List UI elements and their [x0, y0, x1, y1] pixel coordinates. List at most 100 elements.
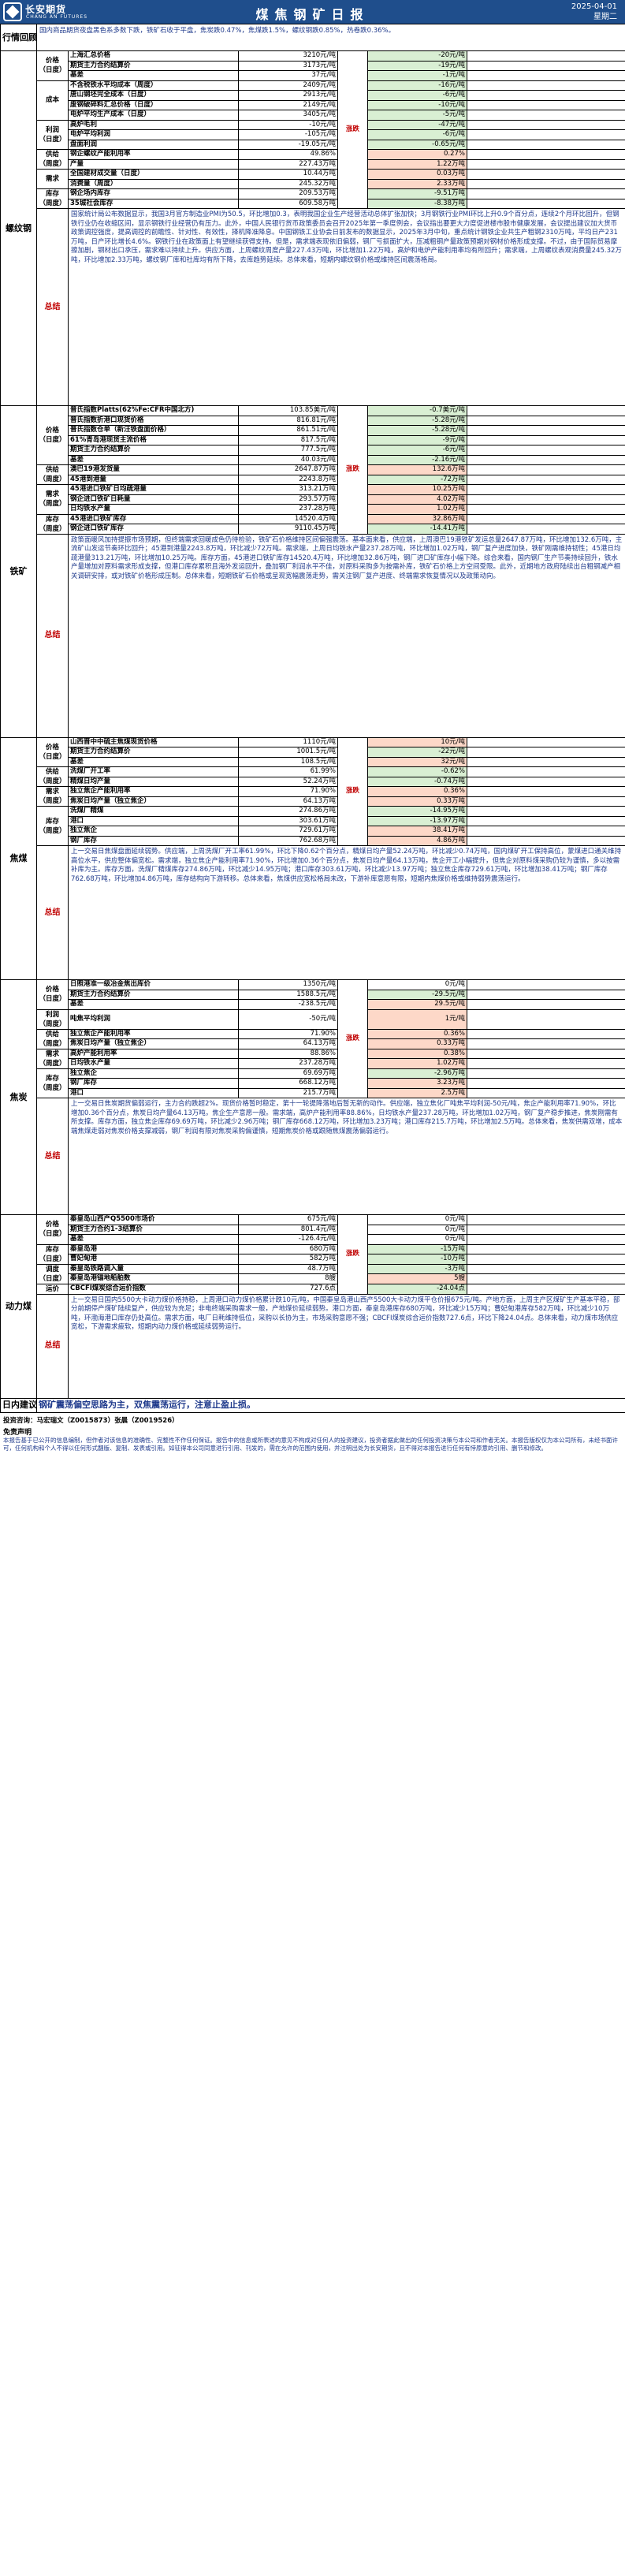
change-label: 涨跌 [337, 979, 368, 1098]
spacer-cell [466, 1038, 625, 1049]
spacer-cell [466, 1243, 625, 1254]
table-row: 需求 （周度） 独立焦企产能利用率 71.90% 0.36% [1, 786, 625, 807]
indicator-change: -47元/吨 [367, 119, 467, 130]
spacer-cell [466, 110, 625, 121]
table-row: 基差 -126.4元/吨 0元/吨 [1, 1234, 625, 1245]
category-label: 价格 （日度） [36, 736, 69, 767]
indicator-change: -9.51万吨 [367, 188, 467, 199]
indicator-name: 基差 [68, 1234, 239, 1245]
indicator-name: 期货主力合约结算价 [68, 60, 239, 71]
indicator-value: 64.13万吨 [238, 796, 338, 807]
indicator-change: -5.28元/吨 [367, 415, 467, 426]
table-row: 基差 37元/吨 -1元/吨 [1, 70, 625, 81]
indicator-value: 729.61万吨 [238, 826, 338, 837]
spacer-cell [466, 806, 625, 817]
table-row: 铁矿 价格 （日度） 普氏指数Platts(62%Fe:CFR中国北方) 103.85… [0, 405, 625, 738]
spacer-cell [466, 445, 625, 456]
indicator-value: 3173元/吨 [238, 60, 338, 71]
spacer-cell [466, 786, 625, 797]
indicator-change: 2.5万吨 [367, 1087, 467, 1098]
table-row: 港口 303.61万吨 -13.97万吨 [1, 815, 625, 826]
table-row: 钢厂库存 668.12万吨 3.23万吨 [1, 1078, 625, 1089]
indicator-name: 钢厂库存 [68, 1078, 239, 1089]
indicator-value: 313.21万吨 [238, 484, 338, 495]
summary-label: 总结 [36, 533, 69, 738]
indicator-change: -16元/吨 [367, 80, 467, 91]
indicator-change: 10元/吨 [367, 736, 467, 747]
summary-label: 总结 [36, 845, 69, 980]
indicator-value: 2647.87万吨 [238, 464, 338, 475]
change-label: 涨跌 [337, 405, 368, 535]
table-row: 精煤日均产量 52.24万吨 -0.74万吨 [1, 776, 625, 787]
indicator-name: 钢企场内库存 [68, 188, 239, 199]
indicator-value: 237.28万吨 [238, 1058, 338, 1069]
indicator-name: 电炉平均利润 [68, 129, 239, 140]
indicator-name: 45港进口铁矿库存 [68, 513, 239, 524]
indicator-change: -6元/吨 [367, 90, 467, 101]
spacer-cell [466, 1048, 625, 1059]
indicator-value: 209.53万吨 [238, 188, 338, 199]
category-label: 库存 （周度） [36, 806, 69, 846]
indicator-change: -13.97万吨 [367, 815, 467, 826]
indicator-change: 29.5元/吨 [367, 999, 467, 1010]
indicator-value: 1350元/吨 [238, 979, 338, 990]
indicator-change: 38.41万吨 [367, 826, 467, 837]
indicator-value: 69.69万吨 [238, 1068, 338, 1079]
table-row: 需求 全国建材成交量（日度） 10.44万吨 0.03万吨 [1, 169, 625, 189]
spacer-cell [466, 747, 625, 758]
table-row: 运价 CBCFI煤炭综合运价指数 727.6点 -24.04点 [1, 1283, 625, 1295]
indicator-change: -24.04点 [367, 1283, 467, 1295]
table-row: 库存 （周度） 45港进口铁矿库存 14520.4万吨 32.86万吨 [1, 513, 625, 535]
indicator-name: 独立焦企产能利用率 [68, 1028, 239, 1039]
spacer-cell [466, 405, 625, 416]
table-row: 供给 （周度） 钢企螺纹产能利用率 49.86% 0.27% [1, 149, 625, 170]
indicator-name: 普氏指数Platts(62%Fe:CFR中国北方) [68, 405, 239, 416]
indicator-value: -126.4元/吨 [238, 1234, 338, 1245]
indicator-change: 0.36% [367, 786, 467, 797]
indicator-value: 245.32万吨 [238, 178, 338, 189]
summary-text: 上一交易日焦炭期货偏弱运行，主力合约跌超2%。现货价格暂时稳定，第十一轮提降落地… [67, 1098, 625, 1215]
category-label: 需求 （周度） [36, 484, 69, 515]
indicator-name: 盘面利润 [68, 139, 239, 150]
spacer-cell [466, 1224, 625, 1235]
spacer-cell [466, 434, 625, 445]
spacer-cell [466, 139, 625, 150]
table-row: 日均铁水产量 237.28万吨 1.02万吨 [1, 504, 625, 515]
table-row: 需求 （周度） 45港进口铁矿日均疏港量 313.21万吨 10.25万吨 [1, 484, 625, 515]
category-label: 价格 （日度） [36, 1214, 69, 1245]
table-row: 螺纹钢 价格 （日度） 上海汇总价格 3210元/吨 涨跌 -20元/吨 [0, 50, 625, 406]
indicator-name: 普氏指数仓单（新汪铁盘面价格） [68, 425, 239, 436]
indicator-value: 8艘 [238, 1273, 338, 1284]
category-label: 价格 （日度） [36, 979, 69, 1010]
table-row: 利润 （日度） 高炉毛利 -10元/吨 -47元/吨 [1, 119, 625, 150]
table-row: 利润 （周度） 吨焦平均利润 -50元/吨 1元/吨 [1, 1008, 625, 1030]
category-label: 需求 [36, 169, 69, 189]
spacer-cell [466, 158, 625, 170]
indicator-change: -22元/吨 [367, 747, 467, 758]
change-label: 涨跌 [337, 50, 368, 209]
table-row: 钢企进口铁矿库存 9110.45万吨 -14.41万吨 [1, 524, 625, 535]
summary-row: 总结 政策面暖风加持提振市场预期，但终端需求回暖成色仍待检验，铁矿石价格维持区间偏… [1, 533, 625, 738]
review-label: 行情回顾 [0, 24, 37, 51]
indicator-change: 0.33万吨 [367, 796, 467, 807]
indicator-value: 14520.4万吨 [238, 513, 338, 524]
spacer-cell [466, 1283, 625, 1295]
indicator-change: 1.02万吨 [367, 1058, 467, 1069]
sector-name: 螺纹钢 [0, 50, 37, 406]
spacer-cell [466, 1008, 625, 1030]
indicator-change: -2.16元/吨 [367, 454, 467, 465]
spacer-cell [466, 90, 625, 101]
indicator-change: 0元/吨 [367, 1224, 467, 1235]
spacer-cell [466, 119, 625, 130]
sector-name: 焦煤 [0, 736, 37, 980]
indicator-name: 独立焦企 [68, 826, 239, 837]
indicator-value: 303.61万吨 [238, 815, 338, 826]
spacer-cell [466, 1273, 625, 1284]
spacer-cell [466, 504, 625, 515]
table-row: 钢厂库存 762.68万吨 4.86万吨 [1, 835, 625, 846]
table-row: 焦炭日均产量（独立焦企） 64.13万吨 0.33万吨 [1, 796, 625, 807]
indicator-value: 680万吨 [238, 1243, 338, 1254]
table-row: 61%青岛港现货主流价格 817.5元/吨 -9元/吨 [1, 434, 625, 445]
table-row: 独立焦企 729.61万吨 38.41万吨 [1, 826, 625, 837]
table-row: 电炉平均生产成本（日度） 3405元/吨 -5元/吨 [1, 110, 625, 121]
